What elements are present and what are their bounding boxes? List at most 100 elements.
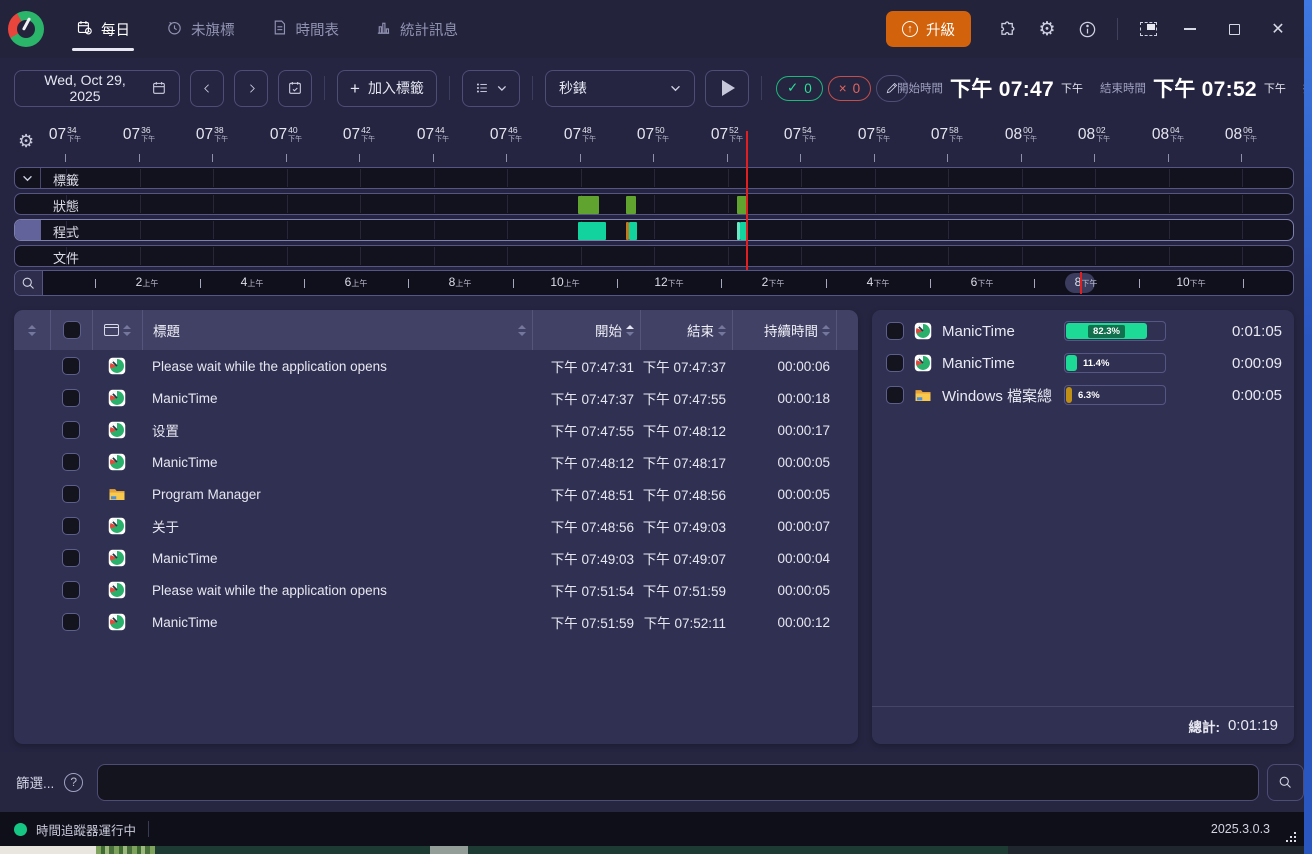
end-time-value: 下午 07:52 — [1153, 73, 1257, 103]
table-row[interactable]: ManicTime下午 07:49:03下午 07:49:0700:00:04 — [14, 542, 858, 574]
reject-count-badge[interactable]: × 0 — [828, 76, 871, 101]
summary-time: 0:01:05 — [1232, 323, 1282, 340]
start-stopwatch-button[interactable] — [705, 70, 749, 107]
previous-day-button[interactable] — [190, 70, 224, 107]
table-header: 標題 開始 結束 持續時間 — [14, 310, 858, 350]
row-checkbox[interactable] — [62, 357, 80, 375]
header-start-column[interactable]: 開始 — [532, 310, 640, 350]
timeline-row-label: 標籤 — [53, 170, 79, 189]
table-row[interactable]: ManicTime下午 07:47:37下午 07:47:5500:00:18 — [14, 382, 858, 414]
stopwatch-select[interactable]: 秒錶 — [545, 70, 695, 107]
help-icon[interactable]: ? — [64, 773, 83, 792]
window-icon — [104, 324, 119, 336]
row-checkbox[interactable] — [62, 389, 80, 407]
timeline-row-1[interactable]: 狀態 — [14, 193, 1294, 215]
table-body: Please wait while the application opens下… — [14, 350, 858, 638]
filter-search-button[interactable] — [1267, 764, 1304, 801]
table-row[interactable]: 关于下午 07:48:56下午 07:49:0300:00:07 — [14, 510, 858, 542]
tab-3[interactable]: 統計訊息 — [361, 0, 472, 58]
row-checkbox[interactable] — [62, 549, 80, 567]
activity-start: 下午 07:48:51 — [532, 484, 640, 504]
table-row[interactable]: Program Manager下午 07:48:51下午 07:48:5600:… — [14, 478, 858, 510]
zoom-search-icon[interactable] — [15, 271, 43, 295]
upgrade-button[interactable]: ↑ 升級 — [886, 11, 971, 47]
tab-0[interactable]: 每日 — [62, 0, 144, 58]
date-picker-button[interactable]: Wed, Oct 29, 2025 — [14, 70, 180, 107]
ruler-time-label: 0758下午 — [931, 126, 963, 144]
toolbar-divider — [324, 76, 325, 100]
row-expander-chevron-icon[interactable] — [15, 168, 41, 188]
table-row[interactable]: ManicTime下午 07:48:12下午 07:48:1700:00:05 — [14, 446, 858, 478]
row-checkbox[interactable] — [62, 453, 80, 471]
settings-gear-icon[interactable]: ⚙ — [1029, 11, 1065, 47]
header-checkbox[interactable] — [50, 310, 92, 350]
maximize-button[interactable] — [1214, 11, 1254, 47]
header-duration-column[interactable]: 持續時間 — [732, 310, 836, 350]
ruler-time-label: 0734下午 — [49, 126, 81, 144]
calendar-clock-icon — [76, 19, 93, 40]
activity-end: 下午 07:49:07 — [640, 548, 732, 568]
summary-checkbox[interactable] — [886, 354, 904, 372]
timeline-row-3[interactable]: 文件 — [14, 245, 1294, 267]
summary-row[interactable]: Windows 檔案總6.3%0:00:05 — [872, 379, 1294, 411]
tab-2[interactable]: 時間表 — [257, 0, 354, 58]
summary-row[interactable]: ManicTime11.4%0:00:09 — [872, 347, 1294, 379]
table-row[interactable]: Please wait while the application opens下… — [14, 350, 858, 382]
filter-input[interactable] — [97, 764, 1259, 801]
minimize-button[interactable] — [1170, 11, 1210, 47]
scrubber-hour-label: 2上午 — [136, 276, 159, 288]
row-checkbox[interactable] — [62, 485, 80, 503]
activity-title: 关于 — [142, 516, 532, 536]
screenshot-icon[interactable] — [1130, 11, 1166, 47]
activity-title: ManicTime — [142, 551, 532, 566]
header-app-column[interactable] — [92, 310, 142, 350]
table-row[interactable]: Please wait while the application opens下… — [14, 574, 858, 606]
next-day-button[interactable] — [234, 70, 268, 107]
timeline-row-0[interactable]: 標籤 — [14, 167, 1294, 189]
activity-start: 下午 07:51:54 — [532, 580, 640, 600]
activity-block[interactable] — [629, 222, 637, 240]
scrubber-hour-label: 12下午 — [654, 276, 683, 288]
today-button[interactable] — [278, 70, 312, 107]
manictime-window: 每日未旗標時間表統計訊息 ↑ 升級 ⚙ ✕ Wed, Oct 29, 2025 — [0, 0, 1312, 854]
summary-time: 0:00:05 — [1232, 387, 1282, 404]
resize-grip[interactable] — [1294, 840, 1296, 842]
confirm-count-badge[interactable]: ✓ 0 — [776, 76, 823, 101]
row-checkbox[interactable] — [62, 517, 80, 535]
row-checkbox[interactable] — [62, 581, 80, 599]
row-checkbox[interactable] — [62, 421, 80, 439]
activity-block[interactable] — [626, 196, 636, 214]
header-end-column[interactable]: 結束 — [640, 310, 732, 350]
header-title-column[interactable]: 標題 — [142, 310, 532, 350]
selection-time-summary: 開始時間 下午 07:47 下午 結束時間 下午 07:52 下午 持續時間 — [897, 58, 1304, 118]
activity-block[interactable] — [578, 222, 606, 240]
activity-end: 下午 07:49:03 — [640, 516, 732, 536]
summary-panel: ManicTime82.3%0:01:05ManicTime11.4%0:00:… — [872, 310, 1294, 744]
summary-total: 總計: 0:01:19 — [872, 706, 1294, 744]
activity-end: 下午 07:48:17 — [640, 452, 732, 472]
activity-start: 下午 07:47:37 — [532, 388, 640, 408]
summary-checkbox[interactable] — [886, 322, 904, 340]
close-button[interactable]: ✕ — [1258, 11, 1298, 47]
activity-title: ManicTime — [142, 455, 532, 470]
scrubber-hour-label: 8下午 — [1075, 276, 1098, 288]
main-tabs: 每日未旗標時間表統計訊息 — [62, 0, 472, 58]
activity-title: Please wait while the application opens — [142, 583, 532, 598]
upgrade-arrow-icon: ↑ — [902, 21, 918, 37]
bar-chart-icon — [375, 19, 392, 40]
timeline-row-2[interactable]: 程式 — [14, 219, 1294, 241]
tab-1[interactable]: 未旗標 — [152, 0, 249, 58]
table-row[interactable]: 设置下午 07:47:55下午 07:48:1200:00:17 — [14, 414, 858, 446]
add-tag-button[interactable]: + 加入標籤 — [337, 70, 437, 107]
plugins-puzzle-icon[interactable] — [989, 11, 1025, 47]
summary-checkbox[interactable] — [886, 386, 904, 404]
row-checkbox[interactable] — [62, 613, 80, 631]
table-row[interactable]: ManicTime下午 07:51:59下午 07:52:1100:00:12 — [14, 606, 858, 638]
view-options-button[interactable] — [462, 70, 520, 107]
info-icon[interactable] — [1069, 11, 1105, 47]
day-scrubber[interactable]: 2上午4上午6上午8上午10上午12下午2下午4下午6下午8下午10下午 — [14, 270, 1294, 296]
manictime-app-icon — [914, 354, 932, 372]
header-select-column[interactable] — [14, 310, 50, 350]
summary-row[interactable]: ManicTime82.3%0:01:05 — [872, 315, 1294, 347]
activity-block[interactable] — [578, 196, 599, 214]
